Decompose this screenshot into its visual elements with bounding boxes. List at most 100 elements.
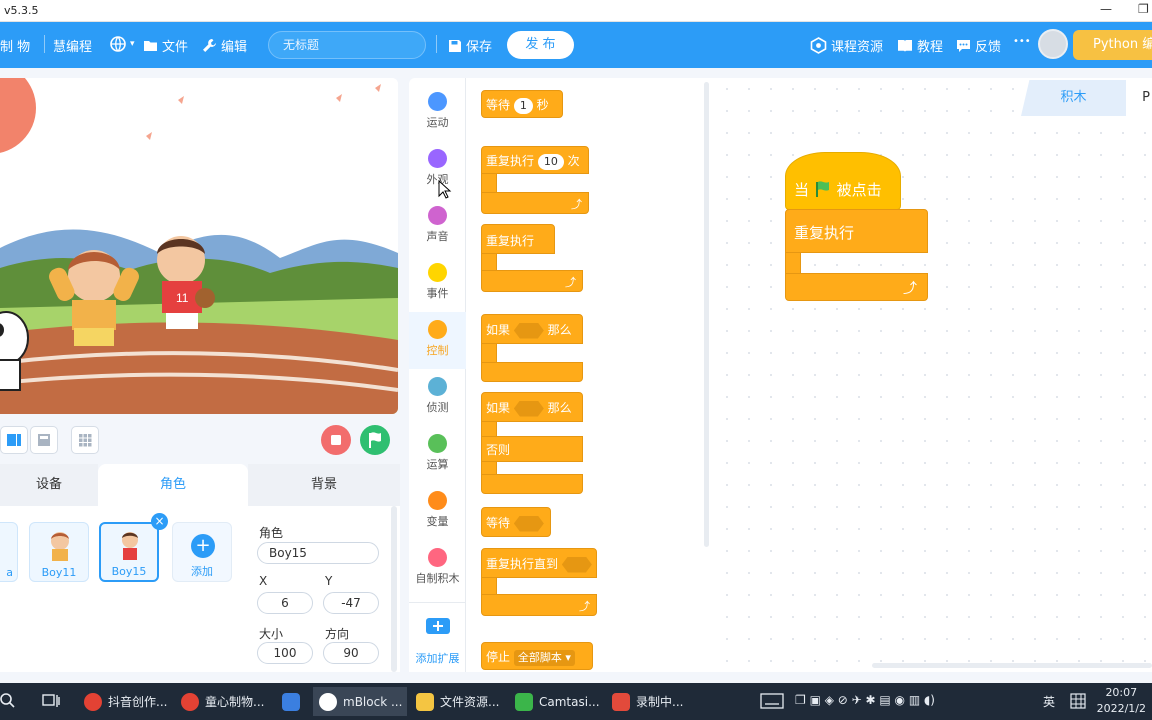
feedback-button[interactable]: 反馈 (956, 36, 1001, 55)
green-flag-button[interactable] (360, 425, 390, 455)
category-label: 运算 (426, 458, 449, 471)
when-flag-clicked-block[interactable]: 当 被点击 (785, 152, 901, 210)
delete-sprite-button[interactable]: × (151, 513, 168, 530)
large-stage-button[interactable] (30, 426, 58, 454)
sprite-card-name: Boy15 (111, 565, 147, 578)
loop-arrow-icon: ⤴ (565, 276, 576, 289)
running-track (0, 322, 398, 414)
restore-button[interactable]: ❐ (1138, 2, 1149, 16)
x-position-input[interactable]: 6 (257, 592, 313, 614)
category-variables[interactable]: 变量 (409, 483, 466, 540)
category-control[interactable]: 控制 (409, 312, 466, 369)
taskbar-item-camtasia[interactable]: Camtasi... (509, 687, 605, 716)
category-dot (428, 92, 447, 111)
search-icon[interactable] (0, 693, 16, 709)
tab-devices[interactable]: 设备 (0, 464, 98, 506)
python-mode-button[interactable]: Python 编 (1073, 30, 1152, 60)
condition-slot[interactable] (513, 515, 544, 532)
add-sprite-button[interactable]: + 添加 (172, 522, 232, 582)
sprite-name-input[interactable]: Boy15 (257, 542, 379, 564)
more-menu-button[interactable]: ••• (1013, 36, 1031, 47)
window-titlebar: v5.3.5 — ❐ (0, 0, 1152, 22)
forever-block[interactable]: 重复执行 (785, 209, 928, 253)
task-view-icon[interactable] (42, 693, 60, 709)
brand-logo-text: 制 物 (0, 40, 31, 55)
fullscreen-button[interactable] (71, 426, 99, 454)
taskbar-item-chrome[interactable]: 童心制物... (175, 687, 271, 716)
taskbar-item-chrome[interactable]: 抖音创作... (78, 687, 170, 716)
if-else-block[interactable]: 如果 那么 (481, 392, 583, 422)
add-extension-button[interactable]: 添加扩展 (409, 610, 466, 667)
category-my-blocks[interactable]: 自制积木 (409, 540, 466, 597)
condition-slot[interactable] (513, 400, 544, 417)
ime-indicator[interactable]: 英 (1043, 693, 1055, 710)
tray-icons[interactable]: ❐ ▣ ◈ ⊘ ✈ ✱ ▤ ◉ ▥ ◖) (795, 693, 935, 707)
repeat-block[interactable]: 重复执行 10 次 (481, 146, 589, 174)
layout-large-icon (38, 434, 50, 446)
course-resources-button[interactable]: 课程资源 (810, 36, 883, 55)
user-avatar[interactable] (1038, 29, 1068, 59)
stop-button[interactable] (321, 425, 351, 455)
sprite-card[interactable]: a (0, 522, 18, 582)
wait-seconds-input[interactable]: 1 (513, 98, 533, 114)
sprite-card[interactable]: Boy11 (29, 522, 89, 582)
category-sound[interactable]: 声音 (409, 198, 466, 255)
repeat-until-block[interactable]: 重复执行直到 (481, 548, 597, 578)
sprite-panel-scrollbar[interactable] (391, 506, 397, 672)
category-sensing[interactable]: 侦测 (409, 369, 466, 426)
language-globe-button[interactable]: ▾ (110, 36, 135, 52)
tutorial-button[interactable]: 教程 (897, 36, 943, 55)
condition-slot[interactable] (513, 322, 544, 339)
block-text: 等待 (486, 516, 511, 530)
taskbar-item-label: 抖音创作... (108, 695, 168, 709)
chat-bubble-icon (957, 39, 970, 52)
tab-python[interactable]: P (1126, 80, 1152, 116)
taskbar-item-mblock[interactable]: mBlock ... (313, 687, 407, 716)
condition-slot[interactable] (561, 556, 592, 573)
direction-input[interactable]: 90 (323, 642, 379, 664)
workspace-scrollbar[interactable] (872, 663, 1152, 668)
taskbar-item-explorer[interactable]: 文件资源... (410, 687, 506, 716)
taskbar-item-label: Camtasi... (539, 694, 600, 709)
size-input[interactable]: 100 (257, 642, 313, 664)
stop-block[interactable]: 停止 全部脚本 ▾ (481, 642, 593, 670)
brand-name: 慧编程 (53, 40, 93, 55)
tab-backdrop[interactable]: 背景 (248, 464, 400, 506)
sprite-card-name: Boy11 (41, 566, 77, 579)
save-button[interactable]: 保存 (448, 36, 492, 55)
brand-logo: 制 物 (0, 36, 30, 55)
input-grid-icon[interactable] (1070, 693, 1086, 709)
category-events[interactable]: 事件 (409, 255, 466, 312)
file-menu[interactable]: 文件 (143, 36, 188, 55)
tab-blocks[interactable]: 积木 (1021, 80, 1126, 116)
project-title-input[interactable]: 无标题 (268, 31, 426, 59)
script-workspace[interactable]: 积木 P 当 被点击 重复执行 ⤴ (716, 78, 1152, 672)
edit-menu[interactable]: 编辑 (202, 36, 247, 55)
small-stage-button[interactable] (0, 426, 28, 454)
stop-option-dropdown[interactable]: 全部脚本 ▾ (513, 650, 575, 666)
sprite-card-selected[interactable]: Boy15 (99, 522, 159, 582)
category-dot (428, 548, 447, 567)
category-operators[interactable]: 运算 (409, 426, 466, 483)
stage-canvas[interactable]: 11 (0, 78, 398, 414)
if-then-block[interactable]: 如果 那么 (481, 314, 583, 344)
taskbar-item-recorder[interactable]: 录制中... (606, 687, 702, 716)
forever-block[interactable]: 重复执行 (481, 224, 555, 254)
block-text: 如果 (486, 401, 511, 415)
boy-thumbnail-icon (51, 532, 69, 561)
minimize-button[interactable]: — (1100, 2, 1112, 16)
category-motion[interactable]: 运动 (409, 84, 466, 141)
block-category-list: 运动 外观 声音 事件 控制 侦测 运算 变量 自制积木 添加扩展 (409, 78, 466, 672)
wait-until-block[interactable]: 等待 (481, 507, 551, 537)
tab-sprites[interactable]: 角色 (98, 464, 248, 506)
y-position-input[interactable]: -47 (323, 592, 379, 614)
edit-menu-label: 编辑 (221, 40, 248, 55)
palette-scrollbar[interactable] (704, 82, 709, 547)
keyboard-icon[interactable] (760, 693, 784, 709)
wait-seconds-block[interactable]: 等待 1 秒 (481, 90, 563, 118)
taskbar-item-app[interactable] (276, 687, 308, 716)
if-else-block-foot (481, 474, 583, 494)
repeat-count-input[interactable]: 10 (537, 154, 564, 170)
publish-button[interactable]: 发 布 (507, 31, 574, 59)
system-clock[interactable]: 20:07 2022/1/2 (1097, 685, 1146, 717)
